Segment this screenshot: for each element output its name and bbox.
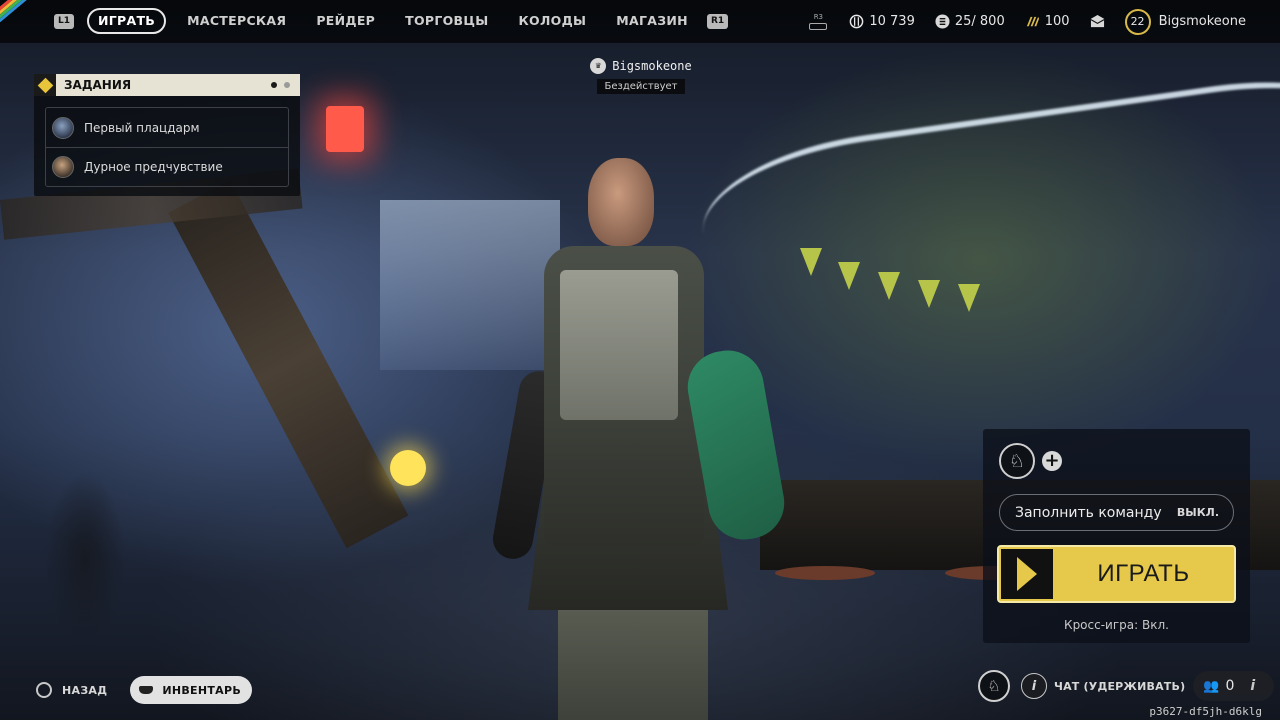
tab-traders[interactable]: ТОРГОВЦЫ: [390, 8, 503, 34]
l1-button-hint: L1: [54, 13, 74, 29]
username-label[interactable]: Bigsmokeone: [1159, 14, 1246, 29]
play-button-label: ИГРАТЬ: [1097, 560, 1190, 587]
tab-decks[interactable]: КОЛОДЫ: [504, 8, 602, 34]
bottom-right-social: ♘ i ЧАТ (УДЕРЖИВАТЬ) 👥 0 i: [978, 670, 1275, 702]
scene-pennant: [918, 280, 940, 308]
fill-team-toggle[interactable]: Заполнить команду ВЫКЛ.: [999, 494, 1234, 531]
r1-button-hint: R1: [706, 13, 729, 29]
mail-button[interactable]: [1090, 14, 1105, 29]
touchpad-icon: [139, 686, 154, 694]
add-party-member-button[interactable]: +: [1042, 451, 1062, 471]
inventory-label: ИНВЕНТАРЬ: [162, 683, 242, 697]
character-head: [588, 158, 654, 246]
play-button[interactable]: ИГРАТЬ: [997, 545, 1236, 603]
raider-emblem-icon: ♘: [1008, 450, 1026, 472]
quest-list: Первый плацдарм Дурное предчувствие: [45, 107, 289, 187]
own-avatar-button[interactable]: ♘: [978, 670, 1010, 702]
crossplay-status: Кросс-игра: Вкл.: [1064, 618, 1169, 632]
r3-button-hint: R3: [809, 13, 828, 30]
tab-play[interactable]: ИГРАТЬ: [87, 8, 167, 34]
brand-stripes-icon: [0, 0, 44, 22]
scene-yellow-lamp: [390, 450, 426, 486]
capacity-stat[interactable]: 25/ 800: [935, 14, 1005, 29]
scene-red-lamp: [326, 106, 364, 152]
quest-giver-avatar: [52, 116, 74, 139]
currency-value: 10 739: [869, 14, 915, 29]
party-member-avatar[interactable]: ♘: [999, 443, 1035, 479]
character-apron: [560, 270, 678, 420]
friends-info-icon: i: [1250, 678, 1256, 694]
player-status: Бездействует: [597, 79, 685, 94]
token-icon: [1026, 16, 1039, 27]
quest-giver-avatar: [52, 156, 74, 178]
quests-page-dots: [271, 82, 290, 88]
top-navigation-bar: L1 ИГРАТЬ МАСТЕРСКАЯ РЕЙДЕР ТОРГОВЦЫ КОЛ…: [0, 0, 1280, 43]
capacity-value: 25/ 800: [954, 14, 1005, 29]
inventory-button[interactable]: ИНВЕНТАРЬ: [130, 676, 253, 704]
character-legs: [558, 600, 708, 720]
level-badge[interactable]: 22: [1124, 8, 1151, 35]
quest-item-label: Дурное предчувствие: [84, 160, 223, 174]
friends-count: 0: [1225, 678, 1235, 694]
back-button[interactable]: НАЗАД: [62, 684, 107, 697]
tokens-stat[interactable]: 100: [1025, 14, 1070, 29]
page-dot[interactable]: [284, 82, 290, 88]
raider-emblem-icon: ♘: [987, 677, 1001, 695]
tab-workshop[interactable]: МАСТЕРСКАЯ: [172, 8, 301, 34]
quest-item[interactable]: Дурное предчувствие: [46, 147, 288, 186]
tab-raider[interactable]: РЕЙДЕР: [301, 8, 390, 34]
friends-button[interactable]: 👥 0 i: [1193, 671, 1275, 701]
fill-team-label: Заполнить команду: [1015, 504, 1162, 521]
scene-stool: [775, 566, 875, 580]
tokens-value: 100: [1044, 14, 1070, 29]
chat-hold-hint[interactable]: ЧАТ (УДЕРЖИВАТЬ): [1054, 680, 1185, 693]
quest-diamond-icon: [34, 74, 56, 96]
party-leader-icon: ♛: [590, 58, 607, 74]
scene-pennant: [878, 272, 900, 300]
chat-info-icon[interactable]: i: [1021, 673, 1047, 699]
play-arrow-icon: [1001, 549, 1053, 599]
player-nameplate: ♛ Bigsmokeone Бездействует: [576, 58, 706, 94]
coin-icon: [850, 14, 864, 29]
build-id: p3627-df5jh-d6klg: [1149, 705, 1262, 718]
quests-title: ЗАДАНИЯ: [64, 78, 132, 92]
party-panel: ♘ + Заполнить команду ВЫКЛ. ИГРАТЬ Кросс…: [983, 429, 1250, 643]
controller-pad-icon: [809, 23, 828, 30]
friends-icon: 👥: [1203, 678, 1220, 694]
quests-header: ЗАДАНИЯ: [34, 74, 300, 96]
page-dot-active[interactable]: [271, 82, 277, 88]
storage-icon: [935, 14, 950, 29]
player-nameplate-row: ♛ Bigsmokeone: [576, 58, 706, 74]
fill-team-value: ВЫКЛ.: [1176, 506, 1219, 519]
circle-button-icon: [36, 682, 52, 698]
player-name: Bigsmokeone: [612, 59, 692, 73]
player-character: [488, 150, 790, 720]
scene-pennant: [958, 284, 980, 312]
bottom-left-hints: НАЗАД ИНВЕНТАРЬ: [36, 676, 253, 704]
quest-item[interactable]: Первый плацдарм: [46, 108, 288, 147]
mail-icon: [1090, 14, 1104, 28]
scene-silhouette: [30, 440, 140, 660]
scene-pennant: [800, 248, 822, 276]
main-tabs: L1 ИГРАТЬ МАСТЕРСКАЯ РЕЙДЕР ТОРГОВЦЫ КОЛ…: [50, 8, 732, 34]
currency-stat[interactable]: 10 739: [849, 14, 915, 29]
quests-panel: ЗАДАНИЯ Первый плацдарм Дурное предчувст…: [34, 74, 300, 196]
tab-store[interactable]: МАГАЗИН: [601, 8, 703, 34]
scene-girder: [168, 180, 409, 549]
quest-item-label: Первый плацдарм: [84, 120, 200, 135]
player-stats: R3 10 739 25/ 800 100 22 Bigsmokeone: [809, 0, 1280, 43]
r3-hint-label: R3: [813, 13, 824, 21]
scene-pennant: [838, 262, 860, 290]
